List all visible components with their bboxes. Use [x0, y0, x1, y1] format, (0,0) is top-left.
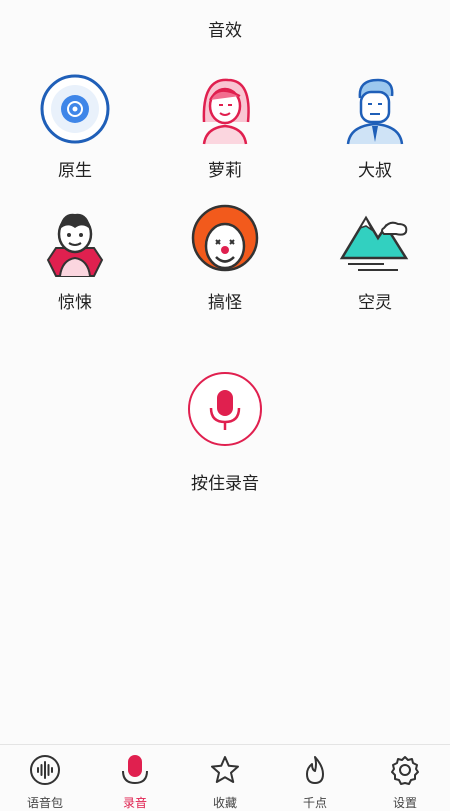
effect-label: 搞怪 [208, 293, 242, 313]
flame-icon [306, 756, 324, 784]
effect-uncle[interactable]: 大叔 [315, 72, 435, 181]
effect-label: 萝莉 [208, 161, 242, 181]
effect-thriller[interactable]: 惊悚 [15, 204, 135, 313]
record-label: 按住录音 [191, 474, 259, 494]
record-button[interactable] [188, 372, 262, 446]
effect-funny[interactable]: 搞怪 [165, 204, 285, 313]
tab-label: 录音 [122, 796, 147, 810]
microphone-icon [122, 755, 148, 785]
effect-label: 惊悚 [58, 293, 92, 313]
vinyl-disc-icon [40, 74, 110, 144]
effect-label: 空灵 [358, 293, 392, 313]
girl-avatar-icon [202, 78, 250, 145]
effect-ethereal[interactable]: 空灵 [315, 204, 435, 313]
tab-favorites[interactable]: 收藏 [180, 745, 270, 810]
mountain-icon [339, 215, 409, 271]
gear-icon [391, 756, 419, 785]
effect-label: 原生 [58, 161, 92, 181]
effect-original[interactable]: 原生 [15, 72, 135, 181]
page-title: 音效 [208, 21, 242, 41]
tab-label: 千点 [302, 796, 327, 810]
tab-record[interactable]: 录音 [90, 745, 180, 810]
effect-label: 大叔 [358, 161, 392, 181]
tab-settings[interactable]: 设置 [360, 745, 450, 810]
tab-voice-pack[interactable]: 语音包 [0, 745, 90, 810]
bottom-tab-bar: 语音包 录音 收藏 千点 设置 [0, 744, 450, 810]
effect-loli[interactable]: 萝莉 [165, 72, 285, 181]
clown-avatar-icon [191, 204, 259, 272]
tab-hot[interactable]: 千点 [270, 745, 360, 810]
vampire-avatar-icon [46, 213, 104, 277]
tab-label: 设置 [392, 796, 417, 810]
tab-label: 收藏 [212, 796, 237, 810]
man-avatar-icon [346, 78, 404, 145]
microphone-icon [209, 390, 241, 430]
voice-wave-icon [30, 755, 60, 785]
tab-label: 语音包 [26, 796, 63, 810]
star-icon [211, 756, 239, 783]
